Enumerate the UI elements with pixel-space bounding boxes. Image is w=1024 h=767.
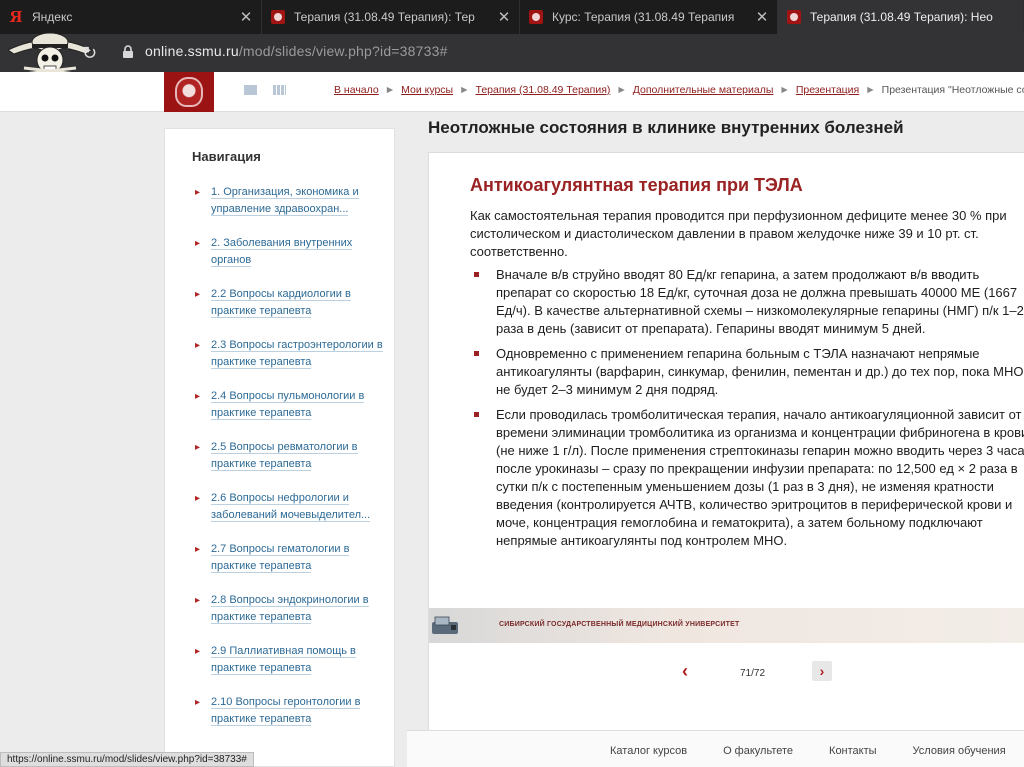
breadcrumb-home[interactable]: В начало <box>334 84 379 96</box>
url-host: online.ssmu.ru <box>145 43 239 59</box>
nav-item-label: 2.6 Вопросы нефрологии и заболеваний моч… <box>211 492 371 522</box>
footer-link-about[interactable]: О факультете <box>723 745 793 757</box>
breadcrumb-current: Презентация "Неотложные состоя- <box>881 84 1024 96</box>
nav-item[interactable]: 2.6 Вопросы нефрологии и заболеваний моч… <box>193 490 383 524</box>
slide-viewer: Антикоагулянтная терапия при ТЭЛА Как са… <box>428 152 1024 767</box>
breadcrumb-separator: ► <box>779 84 790 96</box>
nav-item[interactable]: 2.4 Вопросы пульмонологии в практике тер… <box>193 388 383 422</box>
nav-item[interactable]: 2. Заболевания внутренних органов <box>193 235 383 269</box>
footer-links: Каталог курсов О факультете Контакты Усл… <box>610 745 1024 757</box>
slide-image: Антикоагулянтная терапия при ТЭЛА Как са… <box>429 153 1024 653</box>
nav-item-label: 2.5 Вопросы ревматологии в практике тера… <box>211 441 358 471</box>
university-name: СИБИРСКИЙ ГОСУДАРСТВЕННЫЙ МЕДИЦИНСКИЙ УН… <box>499 621 740 628</box>
breadcrumb-my-courses[interactable]: Мои курсы <box>401 84 453 96</box>
breadcrumb-separator: ► <box>865 84 876 96</box>
nav-item[interactable]: 2.9 Паллиативная помощь в практике терап… <box>193 643 383 677</box>
breadcrumb-course[interactable]: Терапия (31.08.49 Терапия) <box>476 84 611 96</box>
footer-link-catalog[interactable]: Каталог курсов <box>610 745 687 757</box>
tab-title: Курс: Терапия (31.08.49 Терапия <box>552 10 735 24</box>
nav-item[interactable]: 1. Организация, экономика и управление з… <box>193 184 383 218</box>
site-header: В начало ► Мои курсы ► Терапия (31.08.49… <box>0 72 1024 112</box>
nav-item-label: 2. Заболевания внутренних органов <box>211 237 353 267</box>
calendar-icon[interactable] <box>273 85 286 95</box>
navigation-list: 1. Организация, экономика и управление з… <box>193 184 383 745</box>
slide-title: Антикоагулянтная терапия при ТЭЛА <box>470 175 803 195</box>
page-title: Неотложные состояния в клинике внутренни… <box>428 118 904 137</box>
tab-title: Терапия (31.08.49 Терапия): Тер <box>294 10 475 24</box>
tab-title: Яндекс <box>32 10 73 24</box>
breadcrumb-separator: ► <box>616 84 627 96</box>
university-logo[interactable] <box>164 72 214 112</box>
mail-icon[interactable] <box>244 85 257 95</box>
tab-title: Терапия (31.08.49 Терапия): Нео <box>810 10 993 24</box>
previous-slide-button[interactable]: ‹ <box>682 661 688 682</box>
slide-bullet: Вначале в/в струйно вводят 80 Ед/кг гепа… <box>470 266 1024 338</box>
navigation-block: Навигация 1. Организация, экономика и уп… <box>164 128 395 767</box>
nav-item[interactable]: 2.8 Вопросы эндокринологии в практике те… <box>193 592 383 626</box>
nav-item-label: 2.4 Вопросы пульмонологии в практике тер… <box>211 390 365 420</box>
nav-item[interactable]: 2.5 Вопросы ревматологии в практике тера… <box>193 439 383 473</box>
nav-item-label: 1. Организация, экономика и управление з… <box>211 186 359 216</box>
footer-link-terms[interactable]: Условия обучения <box>913 745 1006 757</box>
yandex-icon: Я <box>9 8 23 26</box>
nav-item-label: 2.7 Вопросы гематологии в практике терап… <box>211 543 350 573</box>
navigation-title: Навигация <box>192 149 261 164</box>
header-icons <box>244 85 286 95</box>
slide-bullet: Если проводилась тромболитическая терапи… <box>470 406 1024 550</box>
close-icon[interactable]: ✕ <box>755 8 769 26</box>
nav-item[interactable]: 2.3 Вопросы гастроэнтерологии в практике… <box>193 337 383 371</box>
nav-item[interactable]: 2.10 Вопросы геронтологии в практике тер… <box>193 694 383 728</box>
tab-therapy-1[interactable]: Терапия (31.08.49 Терапия): Тер ✕ <box>262 0 520 34</box>
university-seal-icon <box>175 77 203 107</box>
reload-icon[interactable]: ↻ <box>82 43 97 64</box>
site-footer: Каталог курсов О факультете Контакты Усл… <box>407 730 1024 767</box>
medical-device-icon <box>432 616 458 634</box>
university-crest-icon <box>270 9 286 25</box>
breadcrumb-materials[interactable]: Дополнительные материалы <box>633 84 774 96</box>
nav-item-label: 2.10 Вопросы геронтологии в практике тер… <box>211 696 361 726</box>
tab-course[interactable]: Курс: Терапия (31.08.49 Терапия ✕ <box>520 0 778 34</box>
close-icon[interactable]: ✕ <box>497 8 511 26</box>
nav-item-label: 2.3 Вопросы гастроэнтерологии в практике… <box>211 339 383 369</box>
slide-bullets: Вначале в/в струйно вводят 80 Ед/кг гепа… <box>470 266 1024 557</box>
nav-item[interactable]: 2.2 Вопросы кардиологии в практике терап… <box>193 286 383 320</box>
slide-pager: ‹ 71/72 › <box>429 653 1024 693</box>
nav-item-label: 2.2 Вопросы кардиологии в практике терап… <box>211 288 351 318</box>
university-crest-icon <box>528 9 544 25</box>
tab-therapy-active[interactable]: Терапия (31.08.49 Терапия): Нео <box>778 0 1024 34</box>
url-text[interactable]: online.ssmu.ru/mod/slides/view.php?id=38… <box>145 43 448 59</box>
slide-footer: СИБИРСКИЙ ГОСУДАРСТВЕННЫЙ МЕДИЦИНСКИЙ УН… <box>429 608 1024 643</box>
breadcrumb-presentation[interactable]: Презентация <box>796 84 859 96</box>
slide-intro-text: Как самостоятельная терапия проводится п… <box>470 208 1007 259</box>
breadcrumb-separator: ► <box>459 84 470 96</box>
slide-bullet: Одновременно с применением гепарина боль… <box>470 345 1024 399</box>
page: В начало ► Мои курсы ► Терапия (31.08.49… <box>0 72 1024 767</box>
status-bar-url: https://online.ssmu.ru/mod/slides/view.p… <box>0 752 254 767</box>
url-path: /mod/slides/view.php?id=38733# <box>238 43 448 59</box>
nav-item-label: 2.9 Паллиативная помощь в практике терап… <box>211 645 356 675</box>
footer-link-contacts[interactable]: Контакты <box>829 745 877 757</box>
close-icon[interactable]: ✕ <box>239 8 253 26</box>
breadcrumb: В начало ► Мои курсы ► Терапия (31.08.49… <box>334 84 1024 96</box>
next-slide-button[interactable]: › <box>812 661 832 681</box>
slide-counter: 71/72 <box>740 668 766 679</box>
breadcrumb-separator: ► <box>384 84 396 96</box>
browser-tab-bar: Я Яндекс ✕ Терапия (31.08.49 Терапия): Т… <box>0 0 1024 34</box>
nav-item-label: 2.8 Вопросы эндокринологии в практике те… <box>211 594 369 624</box>
university-crest-icon <box>786 9 802 25</box>
nav-item[interactable]: 2.7 Вопросы гематологии в практике терап… <box>193 541 383 575</box>
lock-icon[interactable] <box>121 45 135 59</box>
